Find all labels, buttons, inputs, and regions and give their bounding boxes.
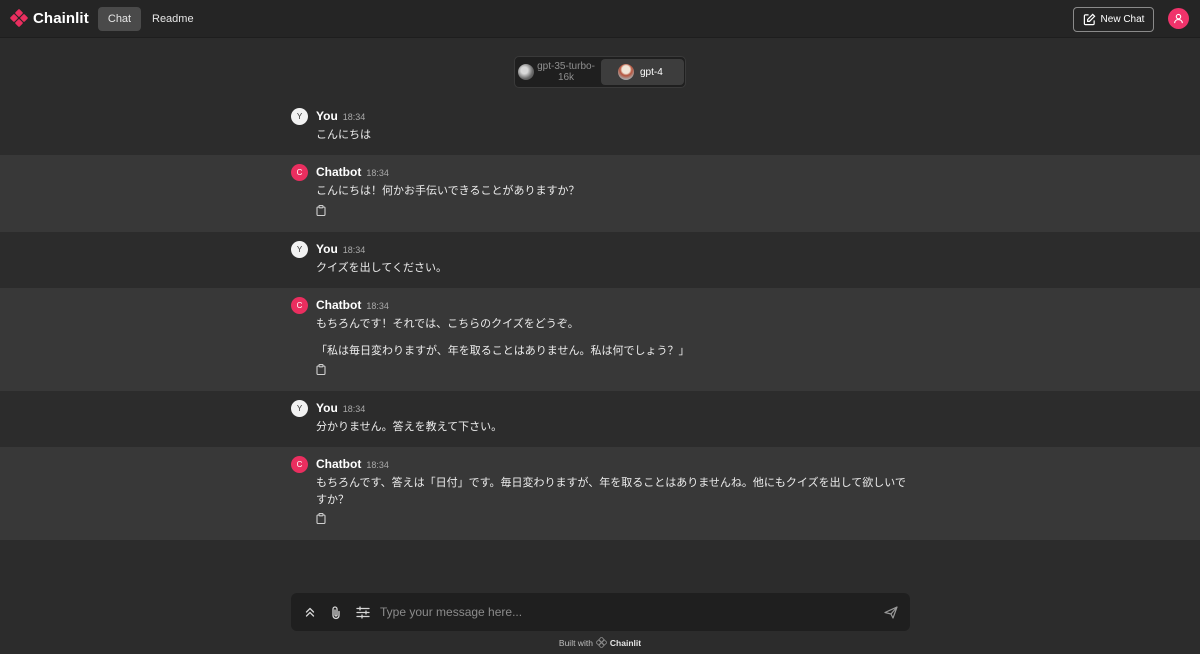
- author-name: Chatbot: [316, 457, 362, 471]
- user-menu-button[interactable]: [1168, 8, 1189, 29]
- message-text: こんにちは！何かお手伝いできることがありますか？: [316, 184, 580, 197]
- tab-chat[interactable]: Chat: [98, 7, 141, 31]
- author-avatar: C: [291, 456, 308, 473]
- settings-sliders-icon[interactable]: [355, 604, 371, 620]
- message-text: こんにちは: [316, 128, 371, 141]
- message-header: You 18:34: [316, 242, 365, 256]
- model-option-gpt-4[interactable]: gpt-4: [601, 59, 684, 85]
- model-selector: gpt-35-turbo-16k gpt-4: [514, 56, 686, 88]
- top-header: Chainlit Chat Readme New Chat: [0, 0, 1200, 38]
- footer-brand: Chainlit: [609, 637, 642, 648]
- message-header: You 18:34: [316, 401, 365, 415]
- message-text: 分かりません。答えを教えて下さい。: [316, 420, 503, 433]
- send-icon[interactable]: [883, 604, 899, 620]
- tab-readme[interactable]: Readme: [141, 7, 205, 31]
- chainlit-logo[interactable]: Chainlit: [10, 9, 89, 27]
- message-user: Y You 18:34 分かりません。答えを教えて下さい。: [0, 391, 1200, 447]
- message-text: 「私は毎日変わりますが、年を取ることはありません。私は何でしょう？」: [316, 344, 690, 357]
- message-text: クイズを出してください。: [316, 261, 448, 274]
- message-header: Chatbot 18:34: [316, 457, 389, 471]
- message-time: 18:34: [366, 460, 389, 470]
- message-time: 18:34: [342, 245, 366, 255]
- message-header: Chatbot 18:34: [316, 298, 389, 312]
- author-avatar: C: [291, 297, 308, 314]
- message-bot: C Chatbot 18:34 もちろんです、答えは「日付」です。毎日変わりますが…: [0, 447, 1200, 540]
- app-name: Chainlit: [33, 9, 89, 27]
- message-text: もちろんです、答えは「日付」です。毎日変わりますが、年を取ることはありませんね。…: [316, 476, 906, 506]
- chevrons-up-icon[interactable]: [302, 604, 318, 620]
- message-time: 18:34: [366, 301, 389, 311]
- copy-icon[interactable]: [316, 205, 326, 216]
- author-avatar: Y: [291, 400, 308, 417]
- model-avatar: [518, 64, 534, 80]
- user-icon: [1174, 13, 1183, 24]
- model-avatar: [618, 64, 634, 80]
- built-with-footer[interactable]: Built with Chainlit: [0, 637, 1200, 648]
- message-text: もちろんです！それでは、こちらのクイズをどうぞ。: [316, 317, 579, 330]
- message-input[interactable]: [380, 601, 860, 623]
- author-avatar: C: [291, 164, 308, 181]
- message-header: You 18:34: [316, 109, 365, 123]
- author-name: You: [316, 242, 338, 256]
- author-name: Chatbot: [316, 165, 362, 179]
- model-label: gpt-35-turbo-16k: [537, 61, 595, 83]
- new-chat-label: New Chat: [1100, 14, 1145, 25]
- edit-icon: [1083, 13, 1096, 26]
- copy-icon[interactable]: [316, 513, 326, 524]
- message-composer: [291, 593, 910, 631]
- author-name: You: [316, 401, 338, 415]
- message-header: Chatbot 18:34: [316, 165, 389, 179]
- chainlit-logo-icon: [10, 9, 28, 27]
- message-time: 18:34: [342, 112, 366, 122]
- author-avatar: Y: [291, 241, 308, 258]
- model-label: gpt-4: [640, 66, 663, 78]
- message-time: 18:34: [366, 168, 389, 178]
- author-avatar: Y: [291, 108, 308, 125]
- paperclip-icon[interactable]: [328, 604, 344, 620]
- message-bot: C Chatbot 18:34 こんにちは！何かお手伝いできることがありますか？: [0, 155, 1200, 232]
- message-bot: C Chatbot 18:34 もちろんです！それでは、こちらのクイズをどうぞ。 …: [0, 288, 1200, 391]
- footer-prefix: Built with: [558, 637, 593, 648]
- message-time: 18:34: [342, 404, 366, 414]
- author-name: Chatbot: [316, 298, 362, 312]
- message-user: Y You 18:34 こんにちは: [0, 100, 1200, 155]
- message-user: Y You 18:34 クイズを出してください。: [0, 232, 1200, 288]
- new-chat-button[interactable]: New Chat: [1073, 7, 1154, 32]
- chainlit-mark-icon: [595, 637, 607, 648]
- copy-icon[interactable]: [316, 364, 326, 375]
- author-name: You: [316, 109, 338, 123]
- model-option-gpt-35-turbo-16k[interactable]: gpt-35-turbo-16k: [517, 59, 599, 85]
